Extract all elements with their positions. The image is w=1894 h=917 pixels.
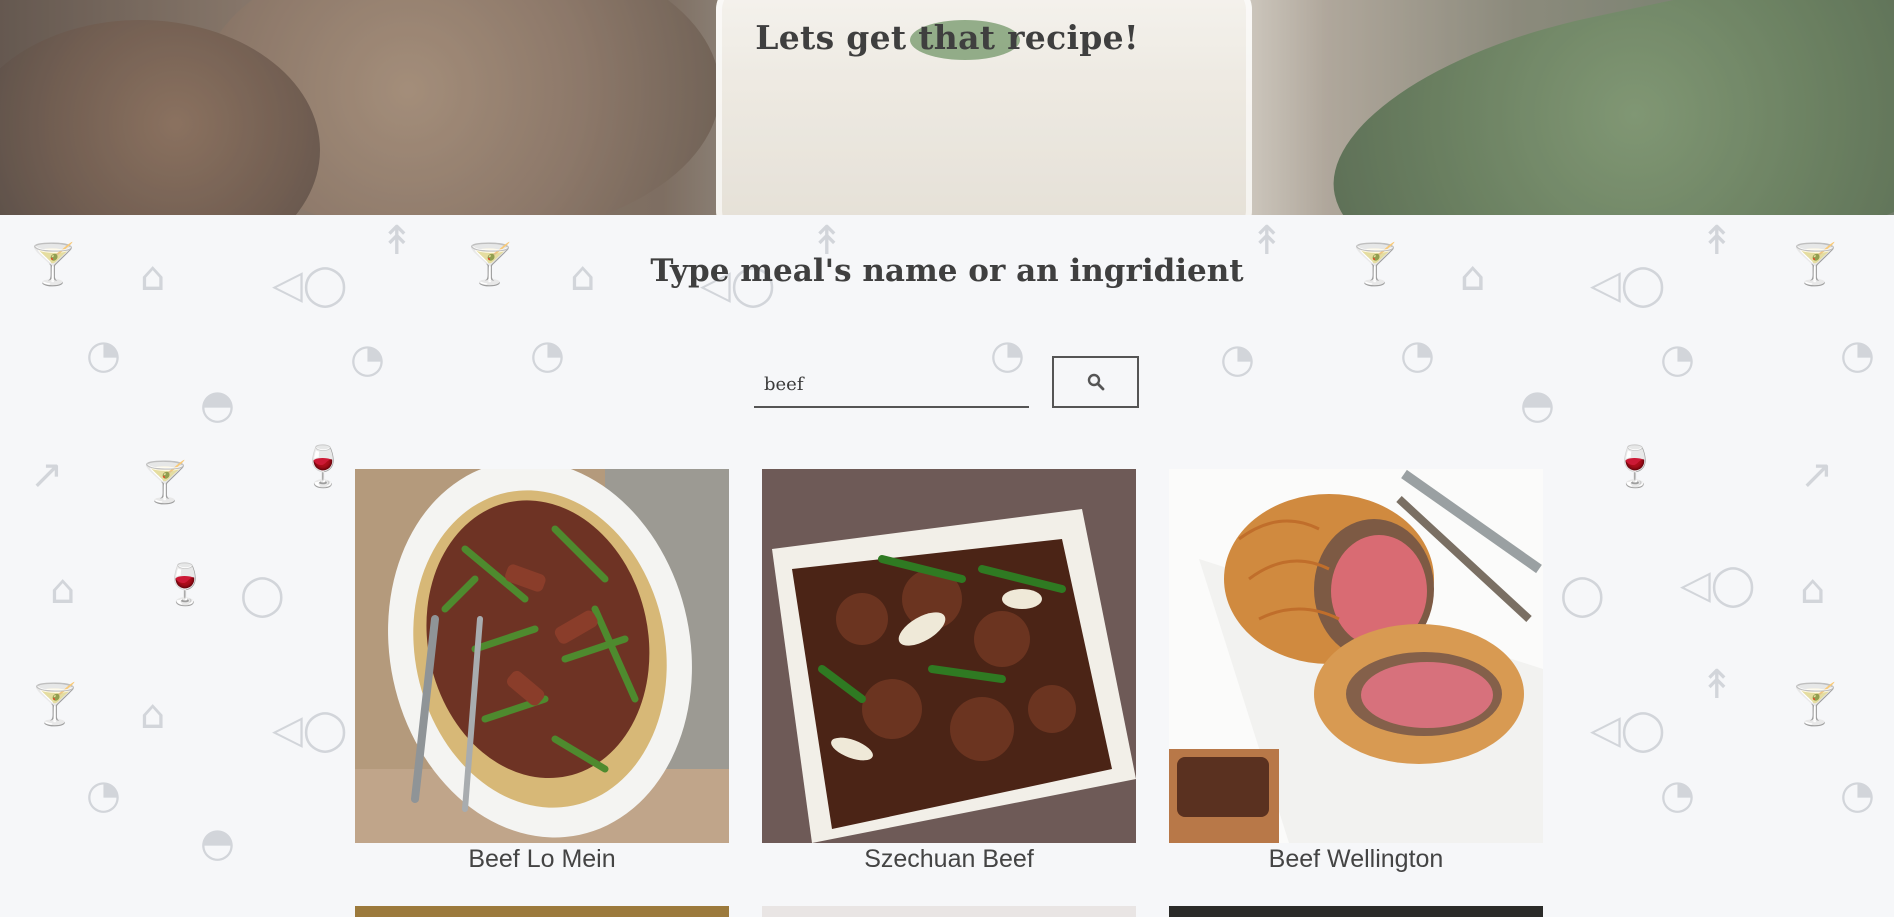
recipe-card-partial[interactable] — [762, 906, 1136, 917]
search-input[interactable] — [754, 362, 1029, 408]
wine-glass-icon: 🍷 — [298, 444, 348, 490]
recipe-card-partial[interactable] — [355, 906, 729, 917]
recipe-image-beef-wellington[interactable] — [1169, 469, 1543, 843]
fish-icon: ◁◯ — [272, 707, 348, 753]
egg-icon: ◯ — [240, 572, 285, 618]
chef-hat-icon: ⌂ — [50, 567, 76, 613]
oven-mitt-icon: ◔ — [1220, 336, 1255, 382]
oven-mitt-icon: ◔ — [1840, 772, 1875, 818]
recipe-image-beef-lo-mein[interactable] — [355, 469, 729, 843]
carrot-icon: ↗ — [1800, 452, 1834, 498]
recipe-card[interactable]: Beef Wellington — [1169, 469, 1543, 874]
oven-mitt-icon: ◔ — [1660, 336, 1695, 382]
recipe-title[interactable]: Beef Lo Mein — [355, 845, 729, 874]
recipe-title[interactable]: Szechuan Beef — [762, 845, 1136, 874]
oven-mitt-icon: ◔ — [530, 332, 565, 378]
search-heading: Type meal's name or an ingridient — [650, 253, 1244, 289]
recipe-title[interactable]: Beef Wellington — [1169, 845, 1543, 874]
oven-mitt-icon: ◔ — [1660, 772, 1695, 818]
search-button[interactable] — [1052, 356, 1139, 408]
burger-icon: ◓ — [200, 820, 235, 866]
chef-hat-icon: ⌂ — [140, 692, 166, 738]
fish-icon: ◁◯ — [1590, 707, 1666, 753]
hero-banner: Lets get that recipe! — [0, 0, 1894, 215]
oven-mitt-icon: ◔ — [350, 336, 385, 382]
carrot-icon: ↟ — [1700, 662, 1734, 708]
recipe-card-partial[interactable] — [1169, 906, 1543, 917]
cocktail-icon: 🍸 — [140, 460, 190, 506]
egg-icon: ◯ — [1560, 572, 1605, 618]
cocktail-icon: 🍸 — [30, 682, 80, 728]
carrot-icon: ↗ — [30, 452, 64, 498]
oven-mitt-icon: ◔ — [86, 332, 121, 378]
fish-icon: ◁◯ — [1680, 562, 1756, 608]
hero-title: Lets get that recipe! — [755, 18, 1139, 57]
chef-hat-icon: ⌂ — [1800, 567, 1826, 613]
burger-icon: ◓ — [200, 382, 235, 428]
recipe-card[interactable]: Szechuan Beef — [762, 469, 1136, 874]
burger-icon: ◓ — [1520, 382, 1555, 428]
recipe-image-szechuan-beef[interactable] — [762, 469, 1136, 843]
oven-mitt-icon: ◔ — [1840, 332, 1875, 378]
oven-mitt-icon: ◔ — [1400, 332, 1435, 378]
search-icon — [1087, 373, 1104, 391]
wine-glass-icon: 🍷 — [1610, 444, 1660, 490]
recipe-card[interactable]: Beef Lo Mein — [355, 469, 729, 874]
oven-mitt-icon: ◔ — [86, 772, 121, 818]
cocktail-icon: 🍸 — [1790, 682, 1840, 728]
wine-glass-icon: 🍷 — [160, 562, 210, 608]
